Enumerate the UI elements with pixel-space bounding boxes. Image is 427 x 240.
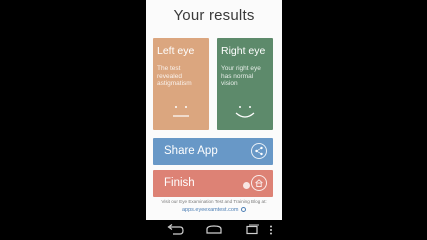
left-eye-title: Left eye xyxy=(157,45,195,57)
share-icon xyxy=(251,143,267,159)
share-app-button[interactable]: Share App xyxy=(153,138,273,165)
app-screen: Your results Left eye The test revealed … xyxy=(146,0,282,220)
menu-icon[interactable] xyxy=(266,223,276,237)
page-title: Your results xyxy=(173,7,255,24)
finish-label: Finish xyxy=(164,177,195,189)
right-eye-description: Your right eye has normal vision xyxy=(221,65,261,88)
left-eye-card[interactable]: Left eye The test revealed astigmatism xyxy=(153,38,209,130)
external-link-icon xyxy=(241,207,247,213)
footer-text: Visit our Eye Examination Test and Train… xyxy=(161,199,267,204)
right-eye-title: Right eye xyxy=(221,45,266,57)
footer-link-row: apps.eyeexamtest.com xyxy=(146,207,282,213)
blog-link[interactable]: apps.eyeexamtest.com xyxy=(182,207,239,213)
finish-button[interactable]: Finish xyxy=(153,170,273,197)
home-icon xyxy=(251,175,267,191)
neutral-face-icon xyxy=(173,106,189,117)
android-navbar xyxy=(146,220,282,240)
left-eye-description: The test revealed astigmatism xyxy=(157,65,192,88)
recents-icon[interactable] xyxy=(241,223,263,237)
right-eye-card[interactable]: Right eye Your right eye has normal visi… xyxy=(217,38,273,130)
back-icon[interactable] xyxy=(164,223,186,237)
smile-face-icon xyxy=(235,106,255,118)
touch-indicator xyxy=(243,182,250,189)
nav-home-icon[interactable] xyxy=(203,223,225,237)
share-app-label: Share App xyxy=(164,145,218,157)
